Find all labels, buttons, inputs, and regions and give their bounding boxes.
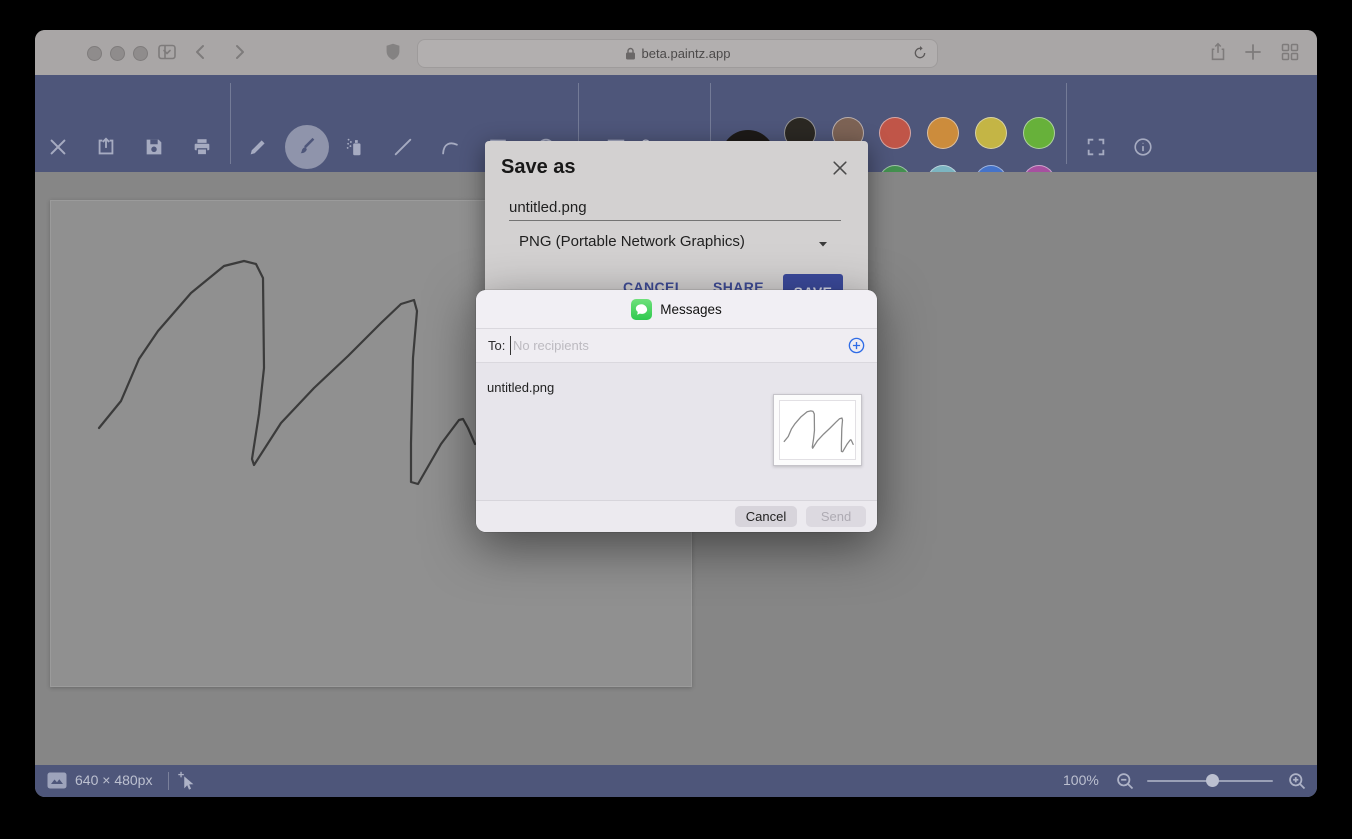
back-icon[interactable] (191, 42, 211, 62)
line-tool[interactable] (381, 125, 425, 169)
minimize-window-button[interactable] (110, 46, 125, 61)
address-bar[interactable]: beta.paintz.app (417, 39, 938, 68)
print-button[interactable] (180, 125, 224, 169)
filename-input[interactable] (509, 194, 841, 221)
swatch-orange[interactable] (927, 117, 959, 149)
format-dropdown-icon[interactable] (817, 239, 829, 249)
to-label: To: (488, 338, 505, 353)
add-recipient-icon[interactable] (847, 336, 866, 355)
zoom-slider-thumb[interactable] (1206, 774, 1219, 787)
messages-footer: Cancel Send (476, 500, 877, 532)
zoom-in-icon[interactable] (1287, 771, 1308, 792)
swatch-yellow[interactable] (975, 117, 1007, 149)
lock-icon (625, 47, 636, 60)
info-button[interactable] (1121, 125, 1165, 169)
recipient-row[interactable]: To: (476, 329, 877, 363)
url-text: beta.paintz.app (642, 46, 731, 61)
open-button[interactable] (84, 125, 128, 169)
save-dialog-title: Save as (501, 156, 576, 179)
image-size-icon (47, 772, 67, 789)
messages-cancel-button[interactable]: Cancel (735, 506, 797, 527)
privacy-shield-icon[interactable] (382, 41, 404, 63)
brush-tool[interactable] (285, 125, 329, 169)
share-page-icon[interactable] (1207, 41, 1229, 63)
forward-icon[interactable] (229, 42, 249, 62)
close-window-button[interactable] (87, 46, 102, 61)
curve-tool[interactable] (428, 125, 472, 169)
new-tab-icon[interactable] (1243, 42, 1263, 62)
recipient-input[interactable] (513, 335, 813, 356)
attachment-name: untitled.png (487, 380, 554, 395)
messages-send-button[interactable]: Send (806, 506, 866, 527)
titlebar: beta.paintz.app (35, 30, 1317, 75)
fullscreen-button[interactable] (1074, 125, 1118, 169)
zoom-level-label: 100% (1063, 772, 1099, 788)
clear-button[interactable] (36, 125, 80, 169)
messages-title: Messages (660, 302, 722, 317)
airbrush-tool[interactable] (333, 125, 377, 169)
status-bar: 640 × 480px 100% (35, 765, 1317, 797)
tab-overview-icon[interactable] (1280, 42, 1300, 62)
save-as-dialog: Save as PNG (Portable Network Graphics) … (485, 141, 868, 313)
messages-app-icon (631, 299, 652, 320)
swatch-lime-green[interactable] (1023, 117, 1055, 149)
swatch-red[interactable] (879, 117, 911, 149)
attachment-thumbnail[interactable] (773, 394, 862, 466)
reload-icon[interactable] (912, 45, 928, 61)
close-icon[interactable] (828, 156, 852, 180)
chevron-down-icon[interactable] (161, 46, 173, 58)
messages-share-dialog: Messages To: untitled.png Cancel Send (476, 290, 877, 532)
zoom-out-icon[interactable] (1115, 771, 1136, 792)
text-caret (510, 336, 511, 355)
thumbnail-image (779, 400, 856, 460)
messages-header: Messages (476, 290, 877, 329)
save-button[interactable] (132, 125, 176, 169)
pencil-tool[interactable] (236, 125, 280, 169)
canvas-size-label: 640 × 480px (75, 772, 152, 788)
cursor-position-icon (176, 770, 198, 792)
format-select[interactable]: PNG (Portable Network Graphics) (519, 233, 745, 250)
